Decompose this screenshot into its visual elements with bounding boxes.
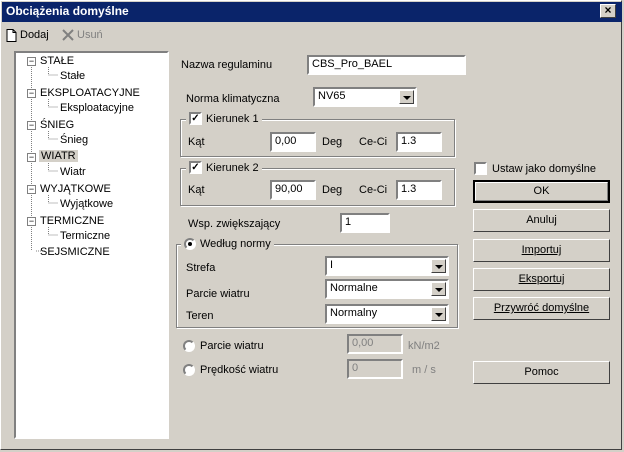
add-label: Dodaj [20,29,49,41]
tree-item-sejsmiczne[interactable]: SEJSMICZNE [40,246,110,258]
tree-item-wiatr-selected[interactable]: WIATR [39,150,78,162]
window-title: Obciążenia domyślne [6,4,129,18]
by-norm-radio[interactable] [184,238,196,250]
collapse-wyjatkowe-toggle[interactable]: − [27,185,36,194]
tree-item-stale-child[interactable]: Stałe [60,70,85,82]
collapse-termiczne-toggle[interactable]: − [27,217,36,226]
wind-speed-radio[interactable] [183,364,195,376]
tree-item-snieg[interactable]: ŚNIEG [40,119,74,131]
direction-1-ceci-field[interactable]: 1.3 [396,132,442,152]
tree-item-wiatr-child[interactable]: Wiatr [60,166,86,178]
ok-button[interactable]: OK [473,180,610,203]
set-default-checkbox[interactable] [474,162,487,175]
direction-1-checkbox[interactable]: ✓ [189,112,202,125]
direction-1-label: Kierunek 1 [206,112,259,125]
zone-label: Strefa [186,262,216,274]
chevron-down-icon[interactable] [431,259,446,273]
add-button[interactable]: Dodaj [6,25,49,45]
wind-speed-field[interactable]: 0 [347,359,403,379]
delete-button[interactable]: Usuń [62,25,103,45]
load-category-tree[interactable]: − STAŁE Stałe − EKSPLOATACYJNE Eksploata… [14,51,169,439]
cancel-button[interactable]: Anuluj [473,209,610,232]
by-norm-header: Według normy [181,238,274,250]
tree-item-termiczne[interactable]: TERMICZNE [40,215,104,227]
direction-1-angle-field[interactable]: 0,00 [270,132,316,152]
by-norm-label: Według normy [200,238,271,250]
tree-item-eksploatacyjne-child[interactable]: Eksploatacyjne [60,102,134,114]
tree-item-stale[interactable]: STAŁE [40,55,74,67]
collapse-snieg-toggle[interactable]: − [27,121,36,130]
direction-2-header: ✓ Kierunek 2 [186,161,262,174]
regulation-label: Nazwa regulaminu [181,59,273,71]
tree-item-wyjatkowe-child[interactable]: Wyjątkowe [60,198,113,210]
coefficient-label: Wsp. zwiększający [188,218,281,230]
direction-1-angle-label: Kąt [188,136,205,148]
direction-2-ceci-field[interactable]: 1.3 [396,180,442,200]
direction-2-angle-label: Kąt [188,184,205,196]
climate-norm-label: Norma klimatyczna [186,93,280,105]
pressure-select[interactable]: Normalne [325,279,449,299]
wind-pressure-radio[interactable] [183,340,195,352]
new-document-icon [6,28,17,42]
terrain-value: Normalny [330,307,378,319]
collapse-stale-toggle[interactable]: − [27,57,36,66]
collapse-eksploatacyjne-toggle[interactable]: − [27,89,36,98]
direction-2-checkbox[interactable]: ✓ [189,161,202,174]
wind-pressure-unit: kN/m2 [408,340,440,352]
direction-2-angle-field[interactable]: 90,00 [270,180,316,200]
regulation-name-field[interactable]: CBS_Pro_BAEL [307,55,466,75]
zone-value: I [330,259,334,271]
wind-speed-label: Prędkość wiatru [200,364,279,376]
climate-norm-value: NV65 [318,90,346,102]
coefficient-field[interactable]: 1 [340,213,390,233]
climate-norm-select[interactable]: NV65 [313,87,417,107]
help-button[interactable]: Pomoc [473,361,610,384]
zone-select[interactable]: I [325,256,449,276]
chevron-down-icon[interactable] [431,307,446,321]
direction-1-header: ✓ Kierunek 1 [186,112,262,125]
wind-pressure-field[interactable]: 0,00 [347,334,403,354]
set-default-label: Ustaw jako domyślne [492,163,596,175]
delete-x-icon [62,29,74,41]
wind-pressure-label: Parcie wiatru [200,340,264,352]
import-button[interactable]: Importuj [473,239,610,262]
tree-item-eksploatacyjne[interactable]: EKSPLOATACYJNE [40,87,140,99]
terrain-select[interactable]: Normalny [325,304,449,324]
tree-item-snieg-child[interactable]: Śnieg [60,134,88,146]
pressure-value: Normalne [330,282,378,294]
direction-2-unit: Deg [322,184,343,196]
chevron-down-icon[interactable] [399,90,414,104]
close-button[interactable]: × [600,4,616,18]
direction-2-ceci-label: Ce-Ci [359,184,388,196]
direction-1-unit: Deg [322,136,343,148]
pressure-label: Parcie wiatru [186,288,250,300]
tree-item-wyjatkowe[interactable]: WYJĄTKOWE [40,183,111,195]
delete-label: Usuń [77,29,103,41]
collapse-wiatr-toggle[interactable]: − [27,153,36,162]
chevron-down-icon[interactable] [431,282,446,296]
terrain-label: Teren [186,310,214,322]
export-button[interactable]: Eksportuj [473,268,610,291]
direction-2-label: Kierunek 2 [206,161,259,174]
direction-1-ceci-label: Ce-Ci [359,136,388,148]
wind-speed-unit: m / s [412,364,436,376]
tree-item-termiczne-child[interactable]: Termiczne [60,230,110,242]
restore-defaults-button[interactable]: Przywróć domyślne [473,297,610,320]
